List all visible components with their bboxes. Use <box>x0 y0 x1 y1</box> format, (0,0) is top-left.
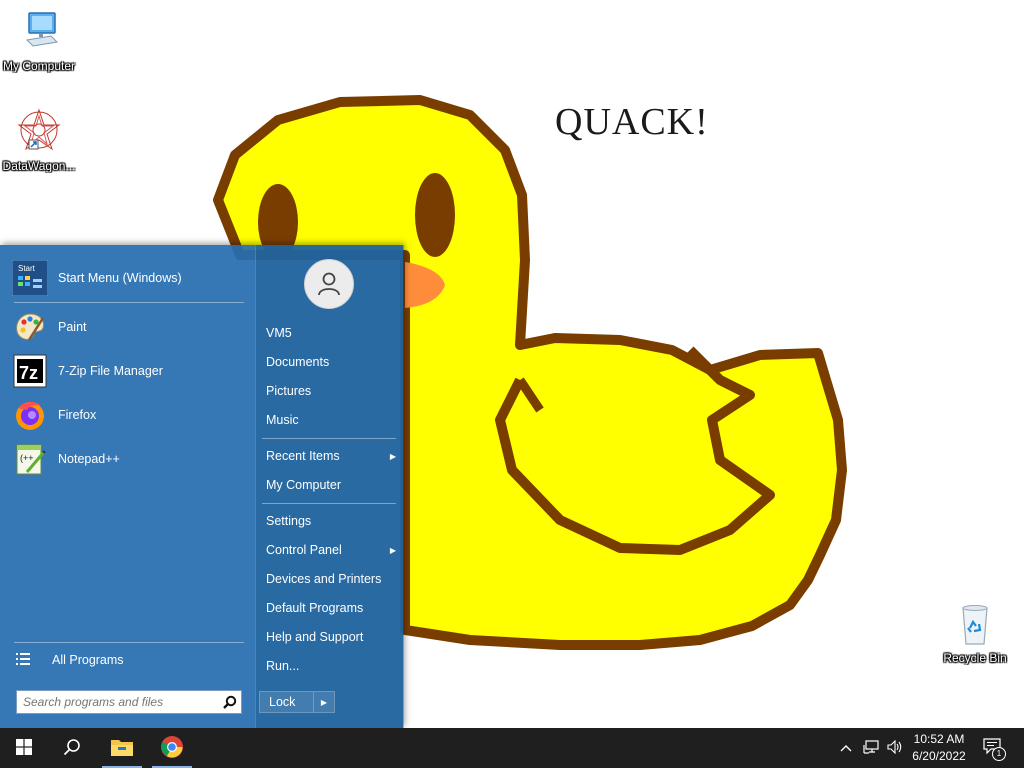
svg-text:(++: (++ <box>20 453 34 463</box>
start-menu-item-label: Firefox <box>58 408 97 422</box>
tray-overflow-button[interactable] <box>836 728 856 768</box>
all-programs-button[interactable]: All Programs <box>16 649 244 671</box>
desktop-icon-recycle-bin[interactable]: Recycle Bin <box>936 602 1014 665</box>
places-item-label: Run... <box>266 659 300 673</box>
submenu-arrow-icon: ▶ <box>389 545 396 555</box>
places-item-recent-items[interactable]: Recent Items ▶ <box>266 445 400 467</box>
user-avatar[interactable] <box>304 259 354 309</box>
taskbar-clock[interactable]: 10:52 AM 6/20/2022 <box>900 731 978 765</box>
start-menu-separator <box>14 302 244 303</box>
submenu-arrow-icon: ▶ <box>389 451 396 461</box>
svg-text:7z: 7z <box>19 363 38 383</box>
places-item-label: Settings <box>266 514 312 528</box>
desktop-icon-label: Recycle Bin <box>943 651 1007 665</box>
start-menu-places-pane: VM5 Documents Pictures Music Recent Item… <box>255 245 404 728</box>
places-item-default-programs[interactable]: Default Programs <box>266 597 400 619</box>
places-item-my-computer[interactable]: My Computer <box>266 474 400 496</box>
taskbar-chrome[interactable] <box>150 728 194 768</box>
start-menu-item-notepadpp[interactable]: (++ Notepad++ <box>12 439 244 479</box>
7zip-icon: 7z <box>12 353 48 389</box>
clock-time: 10:52 AM <box>913 732 965 746</box>
search-icon <box>63 738 81 759</box>
taskbar-search-button[interactable] <box>48 728 96 768</box>
search-input[interactable] <box>17 692 219 712</box>
shutdown-options-arrow-icon[interactable]: ▶ <box>313 692 334 712</box>
places-item-documents[interactable]: Documents <box>266 351 400 373</box>
places-separator <box>262 438 396 439</box>
places-item-label: Control Panel <box>266 543 342 557</box>
places-item-label: My Computer <box>266 478 342 492</box>
firefox-icon <box>12 397 48 433</box>
network-icon <box>863 739 879 757</box>
start-menu-item-label: Notepad++ <box>58 452 120 466</box>
notification-count-badge: 1 <box>992 747 1006 761</box>
places-item-pictures[interactable]: Pictures <box>266 380 400 402</box>
file-explorer-icon <box>110 737 134 760</box>
list-icon <box>16 652 30 669</box>
places-item-devices-and-printers[interactable]: Devices and Printers <box>266 568 400 590</box>
chevron-up-icon <box>840 741 852 755</box>
places-item-label: Devices and Printers <box>266 572 382 586</box>
places-separator <box>262 503 396 504</box>
datawagon-icon <box>15 108 63 157</box>
places-item-vm5[interactable]: VM5 <box>266 322 400 344</box>
places-item-label: Documents <box>266 355 330 369</box>
places-item-label: VM5 <box>266 326 292 340</box>
start-menu-item-paint[interactable]: Paint <box>12 307 244 347</box>
action-center-button[interactable]: 1 <box>980 728 1006 768</box>
places-item-label: Default Programs <box>266 601 364 615</box>
places-item-music[interactable]: Music <box>266 409 400 431</box>
places-item-label: Help and Support <box>266 630 364 644</box>
paint-palette-icon <box>12 309 48 345</box>
tray-network-button[interactable] <box>860 728 882 768</box>
search-box <box>16 690 242 714</box>
desktop-icon-label: My Computer <box>2 59 76 73</box>
start-menu: Start Start Menu (Windows) Paint 7z 7-Zi… <box>0 245 404 728</box>
start-menu-item-label: Paint <box>58 320 87 334</box>
places-item-label: Recent Items <box>266 449 340 463</box>
places-item-settings[interactable]: Settings <box>266 510 400 532</box>
places-item-label: Pictures <box>266 384 312 398</box>
notepadpp-icon: (++ <box>12 441 48 477</box>
taskbar: 10:52 AM 6/20/2022 1 <box>0 728 1024 768</box>
places-item-control-panel[interactable]: Control Panel ▶ <box>266 539 400 561</box>
start-menu-item-firefox[interactable]: Firefox <box>12 395 244 435</box>
start-menu-app-icon: Start <box>12 260 48 296</box>
start-menu-item-label: 7-Zip File Manager <box>58 364 163 378</box>
user-icon <box>316 270 342 299</box>
windows-start-icon <box>16 738 32 758</box>
search-icon[interactable] <box>219 695 241 709</box>
start-menu-item-start-menu-windows[interactable]: Start Start Menu (Windows) <box>12 258 244 298</box>
lock-button[interactable]: Lock ▶ <box>259 691 335 713</box>
places-item-help-and-support[interactable]: Help and Support <box>266 626 400 648</box>
lock-button-label: Lock <box>269 695 296 709</box>
notification-icon: 1 <box>983 738 1006 761</box>
taskbar-file-explorer[interactable] <box>100 728 144 768</box>
start-button[interactable] <box>0 728 48 768</box>
quack-text: QUACK! <box>555 101 709 143</box>
places-item-label: Music <box>266 413 299 427</box>
places-item-run[interactable]: Run... <box>266 655 400 677</box>
desktop-icon-datawagon[interactable]: DataWagon... <box>0 106 78 173</box>
start-menu-programs-pane: Start Start Menu (Windows) Paint 7z 7-Zi… <box>0 245 255 728</box>
start-menu-separator <box>14 642 244 643</box>
clock-date: 6/20/2022 <box>912 749 966 763</box>
chrome-icon <box>160 735 184 762</box>
all-programs-label: All Programs <box>52 653 124 667</box>
desktop-icon-label: DataWagon... <box>2 159 76 173</box>
start-menu-item-label: Start Menu (Windows) <box>58 271 182 285</box>
recycle-bin-icon <box>953 605 997 649</box>
svg-text:Start: Start <box>18 264 36 273</box>
start-menu-item-7zip[interactable]: 7z 7-Zip File Manager <box>12 351 244 391</box>
desktop-icon-my-computer[interactable]: My Computer <box>0 10 78 73</box>
computer-icon <box>17 12 61 57</box>
